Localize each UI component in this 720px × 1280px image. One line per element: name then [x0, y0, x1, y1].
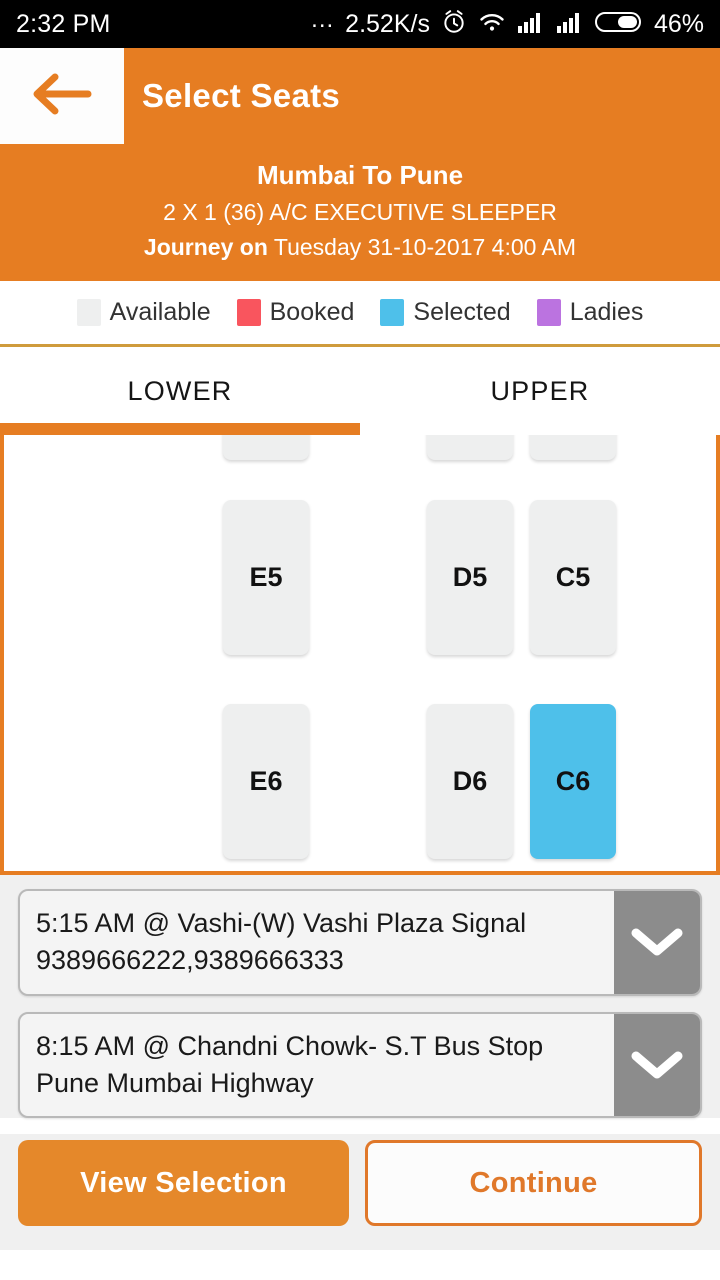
- seat-C5[interactable]: C5: [530, 500, 616, 656]
- legend-label-booked: Booked: [269, 298, 355, 327]
- status-icons-group: ... 2.52K/s 46%: [311, 6, 704, 40]
- chevron-down-icon[interactable]: [614, 1013, 700, 1117]
- signal-bars-icon: [517, 11, 545, 38]
- deck-tabs: LOWER UPPER: [0, 347, 720, 436]
- status-time: 2:32 PM: [16, 9, 111, 38]
- network-speed-label: 2.52K/s: [345, 9, 430, 38]
- alarm-icon: [441, 9, 467, 40]
- signal-bars-icon: [556, 11, 584, 38]
- legend-swatch-available: [76, 299, 101, 327]
- battery-percent-label: 46%: [653, 9, 704, 38]
- active-tab-indicator: [0, 423, 360, 436]
- journey-datetime: Tuesday 31-10-2017 4:00 AM: [273, 233, 577, 260]
- legend-swatch-booked: [236, 299, 261, 327]
- arrow-left-icon: [29, 71, 95, 122]
- seat-grid: E4 D4 C4 E5 D5 C5 E6 D6 C6: [4, 435, 716, 871]
- legend-item-available: Available: [76, 298, 211, 327]
- boarding-point-text: 5:15 AM @ Vashi-(W) Vashi Plaza Signal 9…: [20, 891, 614, 994]
- boarding-point-line1: 5:15 AM @ Vashi-(W) Vashi Plaza Signal: [36, 908, 527, 939]
- legend-swatch-selected: [380, 299, 405, 327]
- dropping-point-line2: Pune Mumbai Highway: [36, 1067, 314, 1098]
- page-title: Select Seats: [142, 77, 341, 114]
- bottom-actions: View Selection Continue: [0, 1134, 720, 1245]
- legend-label-available: Available: [109, 298, 211, 327]
- boarding-points-section: 5:15 AM @ Vashi-(W) Vashi Plaza Signal 9…: [0, 875, 720, 1119]
- bottom-spacer: [0, 1244, 720, 1251]
- battery-icon: [594, 10, 641, 39]
- seat-D5[interactable]: D5: [427, 500, 513, 656]
- legend-label-ladies: Ladies: [569, 298, 644, 327]
- dropping-point-dropdown[interactable]: 8:15 AM @ Chandni Chowk- S.T Bus Stop Pu…: [18, 1011, 702, 1119]
- seat-C4[interactable]: C4: [530, 435, 616, 461]
- seat-C6[interactable]: C6: [530, 704, 616, 860]
- seat-legend: Available Booked Selected Ladies: [0, 281, 720, 348]
- legend-swatch-ladies: [536, 299, 561, 327]
- seat-E4[interactable]: E4: [223, 435, 309, 461]
- dropping-point-text: 8:15 AM @ Chandni Chowk- S.T Bus Stop Pu…: [20, 1014, 614, 1117]
- back-button[interactable]: [0, 48, 124, 144]
- app-screen: 2:32 PM ... 2.52K/s 46% Select Seats Mum…: [0, 0, 720, 1280]
- journey-line: Journey on Tuesday 31-10-2017 4:00 AM: [10, 230, 710, 266]
- legend-item-selected: Selected: [380, 298, 511, 327]
- dropping-point-line1: 8:15 AM @ Chandni Chowk- S.T Bus Stop: [36, 1030, 544, 1061]
- status-bar: 2:32 PM ... 2.52K/s 46%: [0, 0, 720, 48]
- seat-E5[interactable]: E5: [223, 500, 309, 656]
- chevron-down-icon[interactable]: [614, 891, 700, 994]
- journey-label: Journey on: [143, 233, 268, 260]
- wifi-icon: [478, 10, 506, 39]
- app-bar: Select Seats: [0, 48, 720, 144]
- seat-map-area[interactable]: E4 D4 C4 E5 D5 C5 E6 D6 C6: [0, 435, 720, 876]
- legend-item-ladies: Ladies: [536, 298, 644, 327]
- boarding-point-line2: 9389666222,9389666333: [36, 945, 344, 976]
- legend-item-booked: Booked: [236, 298, 355, 327]
- legend-label-selected: Selected: [413, 298, 511, 327]
- seat-D6[interactable]: D6: [427, 704, 513, 860]
- continue-button[interactable]: Continue: [365, 1140, 702, 1227]
- seat-D4[interactable]: D4: [427, 435, 513, 461]
- tab-upper[interactable]: UPPER: [360, 347, 720, 435]
- tab-lower[interactable]: LOWER: [0, 347, 360, 435]
- route-info-panel: Mumbai To Pune 2 X 1 (36) A/C EXECUTIVE …: [0, 144, 720, 282]
- view-selection-button[interactable]: View Selection: [18, 1140, 349, 1227]
- route-title: Mumbai To Pune: [256, 160, 464, 190]
- bus-type-label: 2 X 1 (36) A/C EXECUTIVE SLEEPER: [163, 199, 557, 225]
- seat-E6[interactable]: E6: [223, 704, 309, 860]
- boarding-point-dropdown[interactable]: 5:15 AM @ Vashi-(W) Vashi Plaza Signal 9…: [18, 889, 702, 996]
